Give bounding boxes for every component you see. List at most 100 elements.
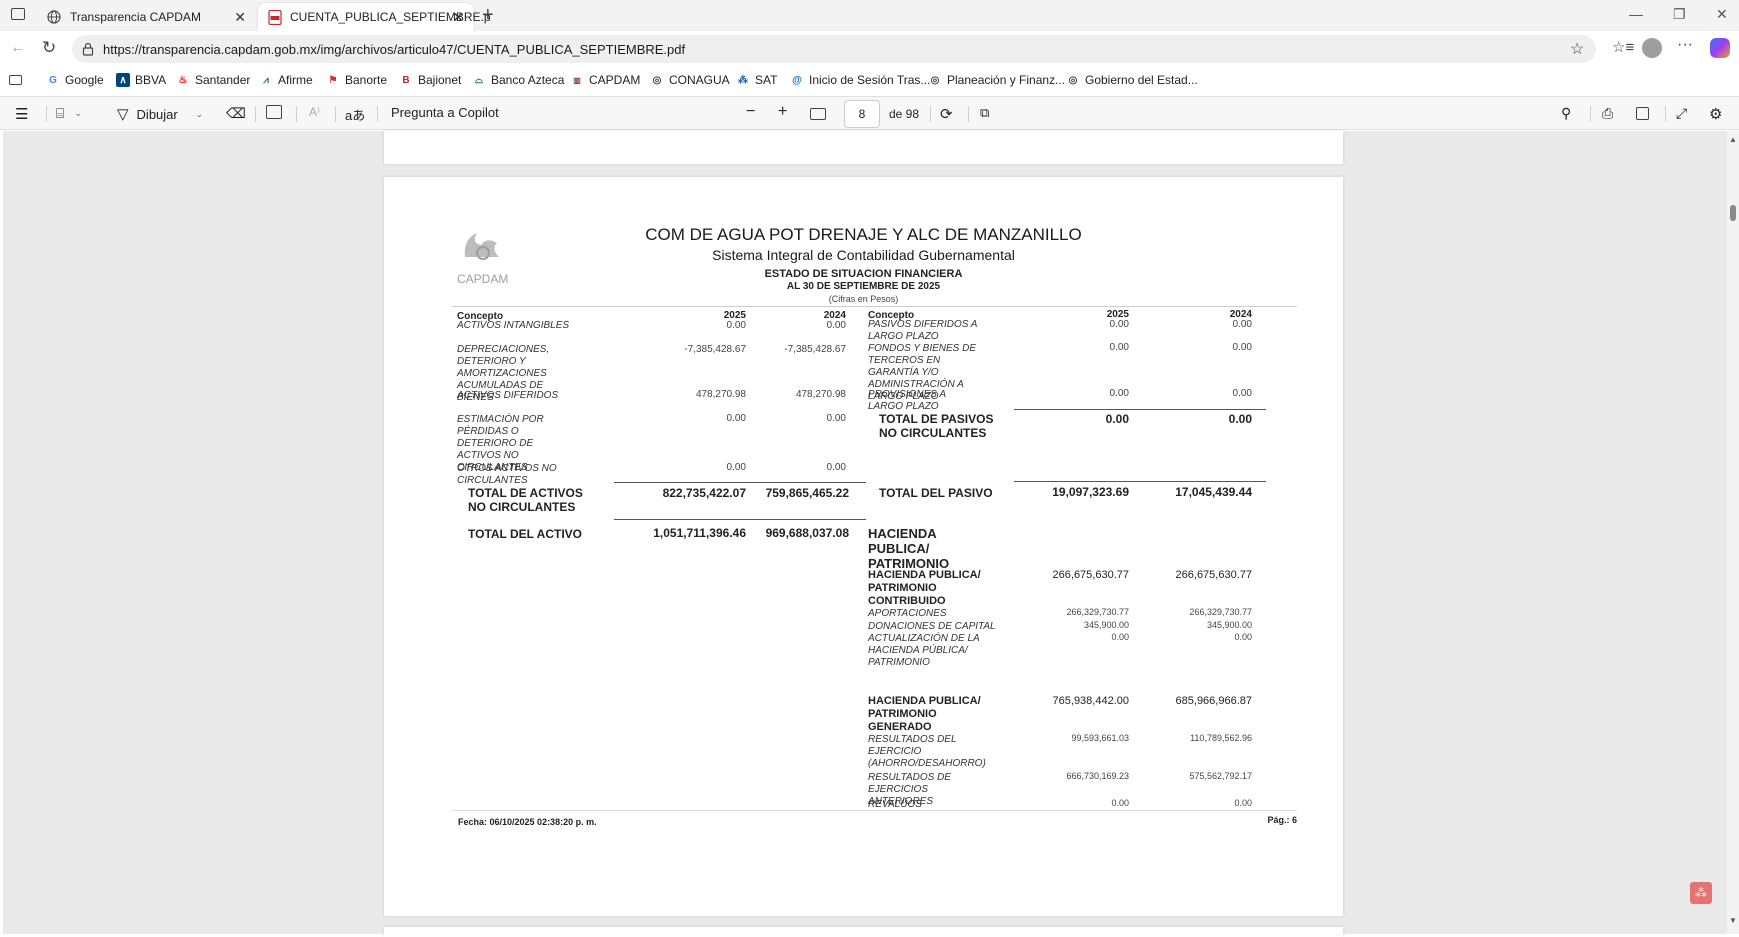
divider [335,106,336,122]
right-total-2025: 19,097,323.69 [1052,485,1129,499]
tab-actions-icon[interactable] [11,8,25,20]
draw-button[interactable]: ▽ Dibujar ⌄ [117,105,203,123]
page-view-icon[interactable]: ⧉ [980,105,989,121]
doc-date: AL 30 DE SEPTIEMBRE DE 2025 [786,281,941,292]
save-icon[interactable] [1636,107,1649,120]
tab-bar: Transparencia CAPDAM ✕ CUENTA_PUBLICA_SE… [0,0,1739,31]
vertical-scrollbar[interactable]: ▲ ▼ [1727,131,1739,934]
right-row-label: PASIVOS DIFERIDOS A LARGO PLAZO [868,319,978,342]
bookmark-afirme[interactable]: ⩘ Afirme [259,73,313,87]
restore-icon[interactable]: ❐ [1673,6,1686,23]
search-icon[interactable]: ⚲ [1561,105,1571,122]
contents-icon[interactable]: ☰ [15,105,28,123]
copilot-icon[interactable] [1710,38,1730,58]
ask-copilot-button[interactable]: Pregunta a Copilot [391,105,499,120]
pdf-page: CAPDAM COM DE AGUA POT DRENAJE Y ALC DE … [384,177,1343,916]
generado-2024: 685,966,966.87 [1175,695,1252,707]
left-total-2024: 759,865,465.22 [765,486,849,500]
globe-icon [46,9,62,25]
bookmark-inicio-sesion[interactable]: @ Inicio de Sesión Tras... [790,73,930,87]
reading-list-icon[interactable] [9,75,22,85]
contribuido-label: HACIENDA PUBLICA/ PATRIMONIO CONTRIBUIDO [868,569,981,607]
left-row-2025: -7,385,428.67 [684,344,746,355]
right-total-2024: 0.00 [1228,412,1252,426]
contribuido-row-2025: 266,329,730.77 [1066,607,1129,617]
next-page [384,927,1343,937]
generado-label: HACIENDA PUBLICA/ PATRIMONIO GENERADO [868,695,981,733]
new-tab-icon[interactable]: + [482,4,494,27]
text-box-icon[interactable] [266,105,282,119]
fit-page-icon[interactable] [810,108,826,120]
address-row: ← ↻ https://transparencia.capdam.gob.mx/… [0,31,1739,68]
globe-icon: ◎ [930,74,940,86]
generado-row-2024: 110,789,562.96 [1190,733,1252,743]
translate-icon[interactable]: aあ [345,105,365,124]
rotate-icon[interactable]: ⟳ [940,105,953,123]
zoom-in-icon[interactable]: + [778,103,787,121]
bookmark-bajionet[interactable]: B Bajionet [399,73,461,87]
left-row-label: OTROS ACTIVOS NO CIRCULANTES [457,463,557,486]
scrollbar-thumb[interactable] [1730,205,1736,221]
close-tab-icon[interactable]: ✕ [452,9,464,26]
bookmark-planeacion[interactable]: ◎ Planeación y Finanz... [928,73,1065,87]
profile-avatar[interactable] [1642,38,1662,58]
bookmark-conagua[interactable]: ◎ CONAGUA [650,73,730,87]
header-divider [452,306,1297,307]
contribuido-2025: 266,675,630.77 [1052,569,1129,581]
site-info-icon[interactable] [82,42,94,56]
address-bar[interactable]: https://transparencia.capdam.gob.mx/img/… [72,35,1596,63]
right-total-label: TOTAL DE PASIVOS NO CIRCULANTES [879,412,994,440]
page-number-input[interactable]: 8 [844,100,880,128]
scroll-up-icon[interactable]: ▲ [1729,135,1737,144]
highlight-icon[interactable]: ⌸ ⌄ [56,105,82,122]
bookmark-santander[interactable]: ♨ Santander [176,73,251,87]
login-icon: @ [792,74,802,86]
close-tab-icon[interactable]: ✕ [234,9,246,26]
bookmark-capdam[interactable]: ▥ CAPDAM [570,73,640,87]
favorite-star-icon[interactable]: ☆ [1570,39,1584,59]
divider [930,106,931,122]
contribuido-row-label: DONACIONES DE CAPITAL [868,621,996,632]
tab-cuenta-publica[interactable]: CUENTA_PUBLICA_SEPTIEMBRE.p ✕ [258,3,491,31]
eraser-icon[interactable]: ⌫ [226,105,246,122]
bookmark-gobierno[interactable]: ◎ Gobierno del Estad... [1066,73,1198,87]
back-icon[interactable]: ← [10,39,26,57]
read-aloud-icon[interactable]: A⁾ [309,105,320,119]
scroll-down-icon[interactable]: ▼ [1729,916,1737,925]
bookmark-google[interactable]: G Google [46,73,104,87]
left-row-2024: 0.00 [826,462,846,473]
right-row-2024: 0.00 [1232,388,1252,399]
contribuido-row-2024: 345,900.00 [1206,620,1252,630]
more-icon[interactable]: ··· [1677,36,1693,54]
bookmark-banorte[interactable]: ⚑ Banorte [326,73,388,87]
bookmark-sat[interactable]: ⁂ SAT [736,73,777,87]
divider [255,106,256,122]
divider [1665,106,1666,122]
sat-icon: ⁂ [738,74,748,86]
contribuido-row-2024: 266,329,730.77 [1189,607,1252,617]
print-icon[interactable]: ⎙ [1602,105,1613,122]
pdf-viewer[interactable]: CAPDAM COM DE AGUA POT DRENAJE Y ALC DE … [3,131,1727,937]
contribuido-row-2025: 0.00 [1111,632,1129,642]
left-total-label: TOTAL DEL ACTIVO [468,527,583,541]
globe-icon: ◎ [1068,74,1078,86]
doc-system-title: Sistema Integral de Contabilidad Guberna… [712,247,1015,263]
generado-row-2025: 99,593,661.03 [1071,733,1129,743]
refresh-icon[interactable]: ↻ [42,38,56,58]
favorites-icon[interactable]: ☆≡ [1612,38,1634,56]
left-row-2024: 0.00 [826,413,846,424]
generado-2025: 765,938,442.00 [1052,695,1129,707]
acrobat-icon[interactable]: ⁂ [1690,882,1712,904]
left-row-2024: 0.00 [826,320,846,331]
zoom-out-icon[interactable]: − [746,103,755,121]
minimize-icon[interactable]: — [1629,6,1643,22]
pdf-toolbar: ☰ ⌸ ⌄ ▽ Dibujar ⌄ ⌫ A⁾ aあ Pregunta a Cop… [0,96,1739,130]
divider [377,106,378,122]
fullscreen-icon[interactable]: ⤢ [1676,105,1687,122]
tab-title: Transparencia CAPDAM [70,10,201,24]
settings-gear-icon[interactable]: ⚙ [1709,105,1722,123]
bookmark-bbva[interactable]: ∧ BBVA [116,73,166,87]
tab-transparencia[interactable]: Transparencia CAPDAM ✕ [36,3,256,31]
close-window-icon[interactable]: ✕ [1716,6,1728,23]
bookmark-banco-azteca[interactable]: ⌓ Banco Azteca [472,73,564,87]
